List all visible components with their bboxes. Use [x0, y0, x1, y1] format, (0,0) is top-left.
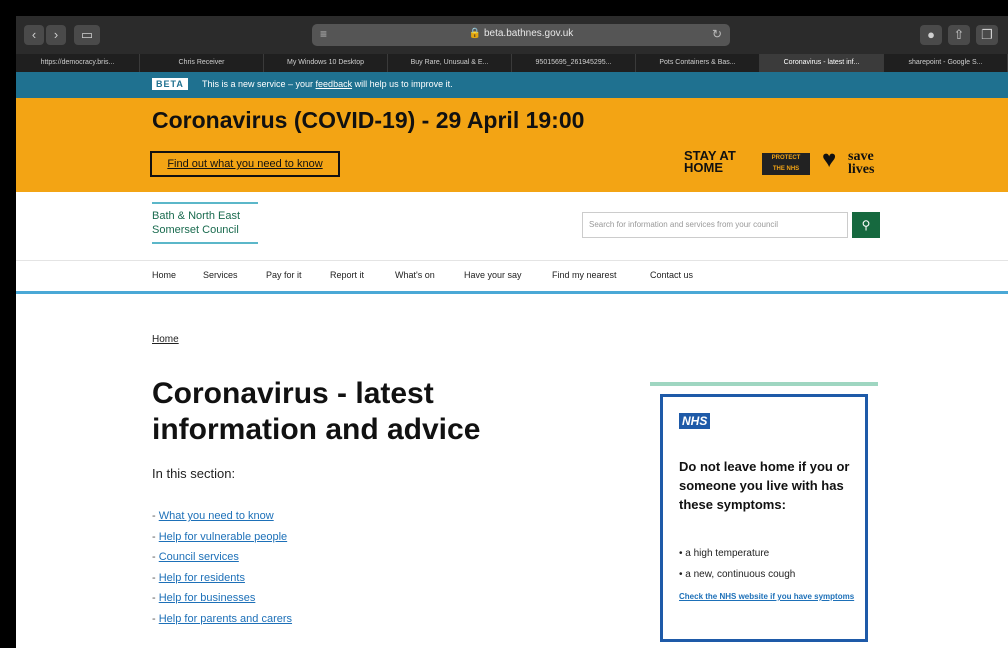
stay-at-home-logo: STAY AT HOME — [684, 148, 736, 175]
tab-3[interactable]: My Windows 10 Desktop — [264, 54, 388, 72]
nav-whats-on[interactable]: What's on — [395, 270, 435, 280]
share-icon[interactable]: ⇧ — [948, 25, 970, 45]
search-icon: ⚲ — [861, 218, 871, 232]
nhs-logo: NHS — [679, 413, 711, 429]
list-item: - Help for businesses — [152, 592, 256, 604]
nhs-advice-box: NHS Do not leave home if you or someone … — [660, 394, 868, 642]
forward-icon[interactable]: › — [46, 25, 66, 45]
lock-icon: 🔒 — [468, 28, 482, 39]
tab-2[interactable]: Chris Receiver — [140, 54, 264, 72]
nhs-website-link[interactable]: Check the NHS website if you have sympto… — [679, 591, 863, 602]
search-button[interactable]: ⚲ — [852, 212, 880, 238]
logo-rule-bottom — [152, 242, 258, 244]
link-businesses[interactable]: Help for businesses — [159, 592, 256, 604]
save-lives-logo: save lives — [848, 149, 875, 177]
section-links: - What you need to know - Help for vulne… — [152, 506, 292, 629]
tab-bar: https://democracy.bris... Chris Receiver… — [16, 54, 1008, 72]
link-parents-carers[interactable]: Help for parents and carers — [159, 613, 292, 625]
tab-1[interactable]: https://democracy.bris... — [16, 54, 140, 72]
nhs-heading: Do not leave home if you or someone you … — [679, 459, 850, 512]
tabs-icon[interactable]: ❐ — [976, 25, 998, 45]
section-label: In this section: — [152, 466, 236, 481]
nav-pay[interactable]: Pay for it — [266, 270, 302, 280]
tab-4[interactable]: Buy Rare, Unusual & E... — [388, 54, 512, 72]
heart-icon: ♥ — [822, 146, 837, 173]
nav-services[interactable]: Services — [203, 270, 238, 280]
info-icon[interactable]: ● — [920, 25, 942, 45]
covid-banner: Coronavirus (COVID-19) - 29 April 19:00 … — [16, 98, 1008, 192]
council-logo[interactable]: Bath & North East Somerset Council — [152, 209, 240, 237]
beta-message: This is a new service – your feedback wi… — [202, 79, 453, 89]
nav-contact-us[interactable]: Contact us — [650, 270, 693, 280]
tab-5[interactable]: 95015695_261945295... — [512, 54, 636, 72]
protect-the-nhs-logo: PROTECT THE NHS — [762, 153, 810, 175]
breadcrumb-home[interactable]: Home — [152, 334, 179, 345]
list-item: - Help for parents and carers — [152, 612, 293, 625]
back-icon[interactable]: ‹ — [24, 25, 44, 45]
site-header: Bath & North East Somerset Council Search… — [16, 192, 1008, 260]
browser-window: ‹ › ▭ ≡ 🔒 beta.bathnes.gov.uk ↻ ● ⇧ ❐ ht… — [16, 16, 1008, 648]
link-what-you-need-to-know[interactable]: What you need to know — [159, 510, 274, 522]
main-nav: Home Services Pay for it Report it What'… — [16, 260, 1008, 294]
beta-banner: BETA This is a new service – your feedba… — [16, 72, 1008, 98]
list-item: - Help for residents — [152, 571, 245, 584]
url-text: beta.bathnes.gov.uk — [483, 28, 574, 39]
link-vulnerable-people[interactable]: Help for vulnerable people — [159, 531, 287, 543]
nav-report[interactable]: Report it — [330, 270, 364, 280]
list-item: • a new, continuous cough — [679, 569, 796, 580]
tab-6[interactable]: Pots Containers & Bas... — [636, 54, 760, 72]
list-item: - What you need to know — [152, 510, 274, 522]
beta-tag: BETA — [152, 78, 188, 90]
find-out-button[interactable]: Find out what you need to know — [150, 151, 340, 177]
sidebar-icon[interactable]: ▭ — [74, 25, 100, 45]
browser-toolbar: ‹ › ▭ ≡ 🔒 beta.bathnes.gov.uk ↻ ● ⇧ ❐ — [16, 16, 1008, 54]
list-item: • a high temperature — [679, 548, 770, 559]
nhs-box-rule — [650, 382, 878, 386]
covid-banner-title: Coronavirus (COVID-19) - 29 April 19:00 — [152, 107, 585, 133]
page-title: Coronavirus - latest information and adv… — [152, 377, 481, 446]
nav-have-your-say[interactable]: Have your say — [464, 270, 522, 280]
feedback-link[interactable]: feedback — [316, 79, 353, 89]
address-bar[interactable]: ≡ 🔒 beta.bathnes.gov.uk ↻ — [312, 24, 730, 46]
link-council-services[interactable]: Council services — [159, 551, 239, 563]
logo-rule-top — [152, 202, 258, 204]
nav-find-my-nearest[interactable]: Find my nearest — [552, 270, 617, 280]
tab-7-active[interactable]: Coronavirus - latest inf... — [760, 54, 884, 72]
link-residents[interactable]: Help for residents — [159, 572, 245, 584]
nav-home[interactable]: Home — [152, 270, 176, 280]
list-item: - Council services — [152, 551, 239, 563]
reload-icon[interactable]: ↻ — [712, 27, 722, 41]
symptom-list: • a high temperature • a new, continuous… — [679, 543, 795, 585]
tab-8[interactable]: sharepoint - Google S... — [884, 54, 1008, 72]
search-input[interactable]: Search for information and services from… — [582, 212, 848, 238]
list-item: - Help for vulnerable people — [152, 530, 288, 543]
